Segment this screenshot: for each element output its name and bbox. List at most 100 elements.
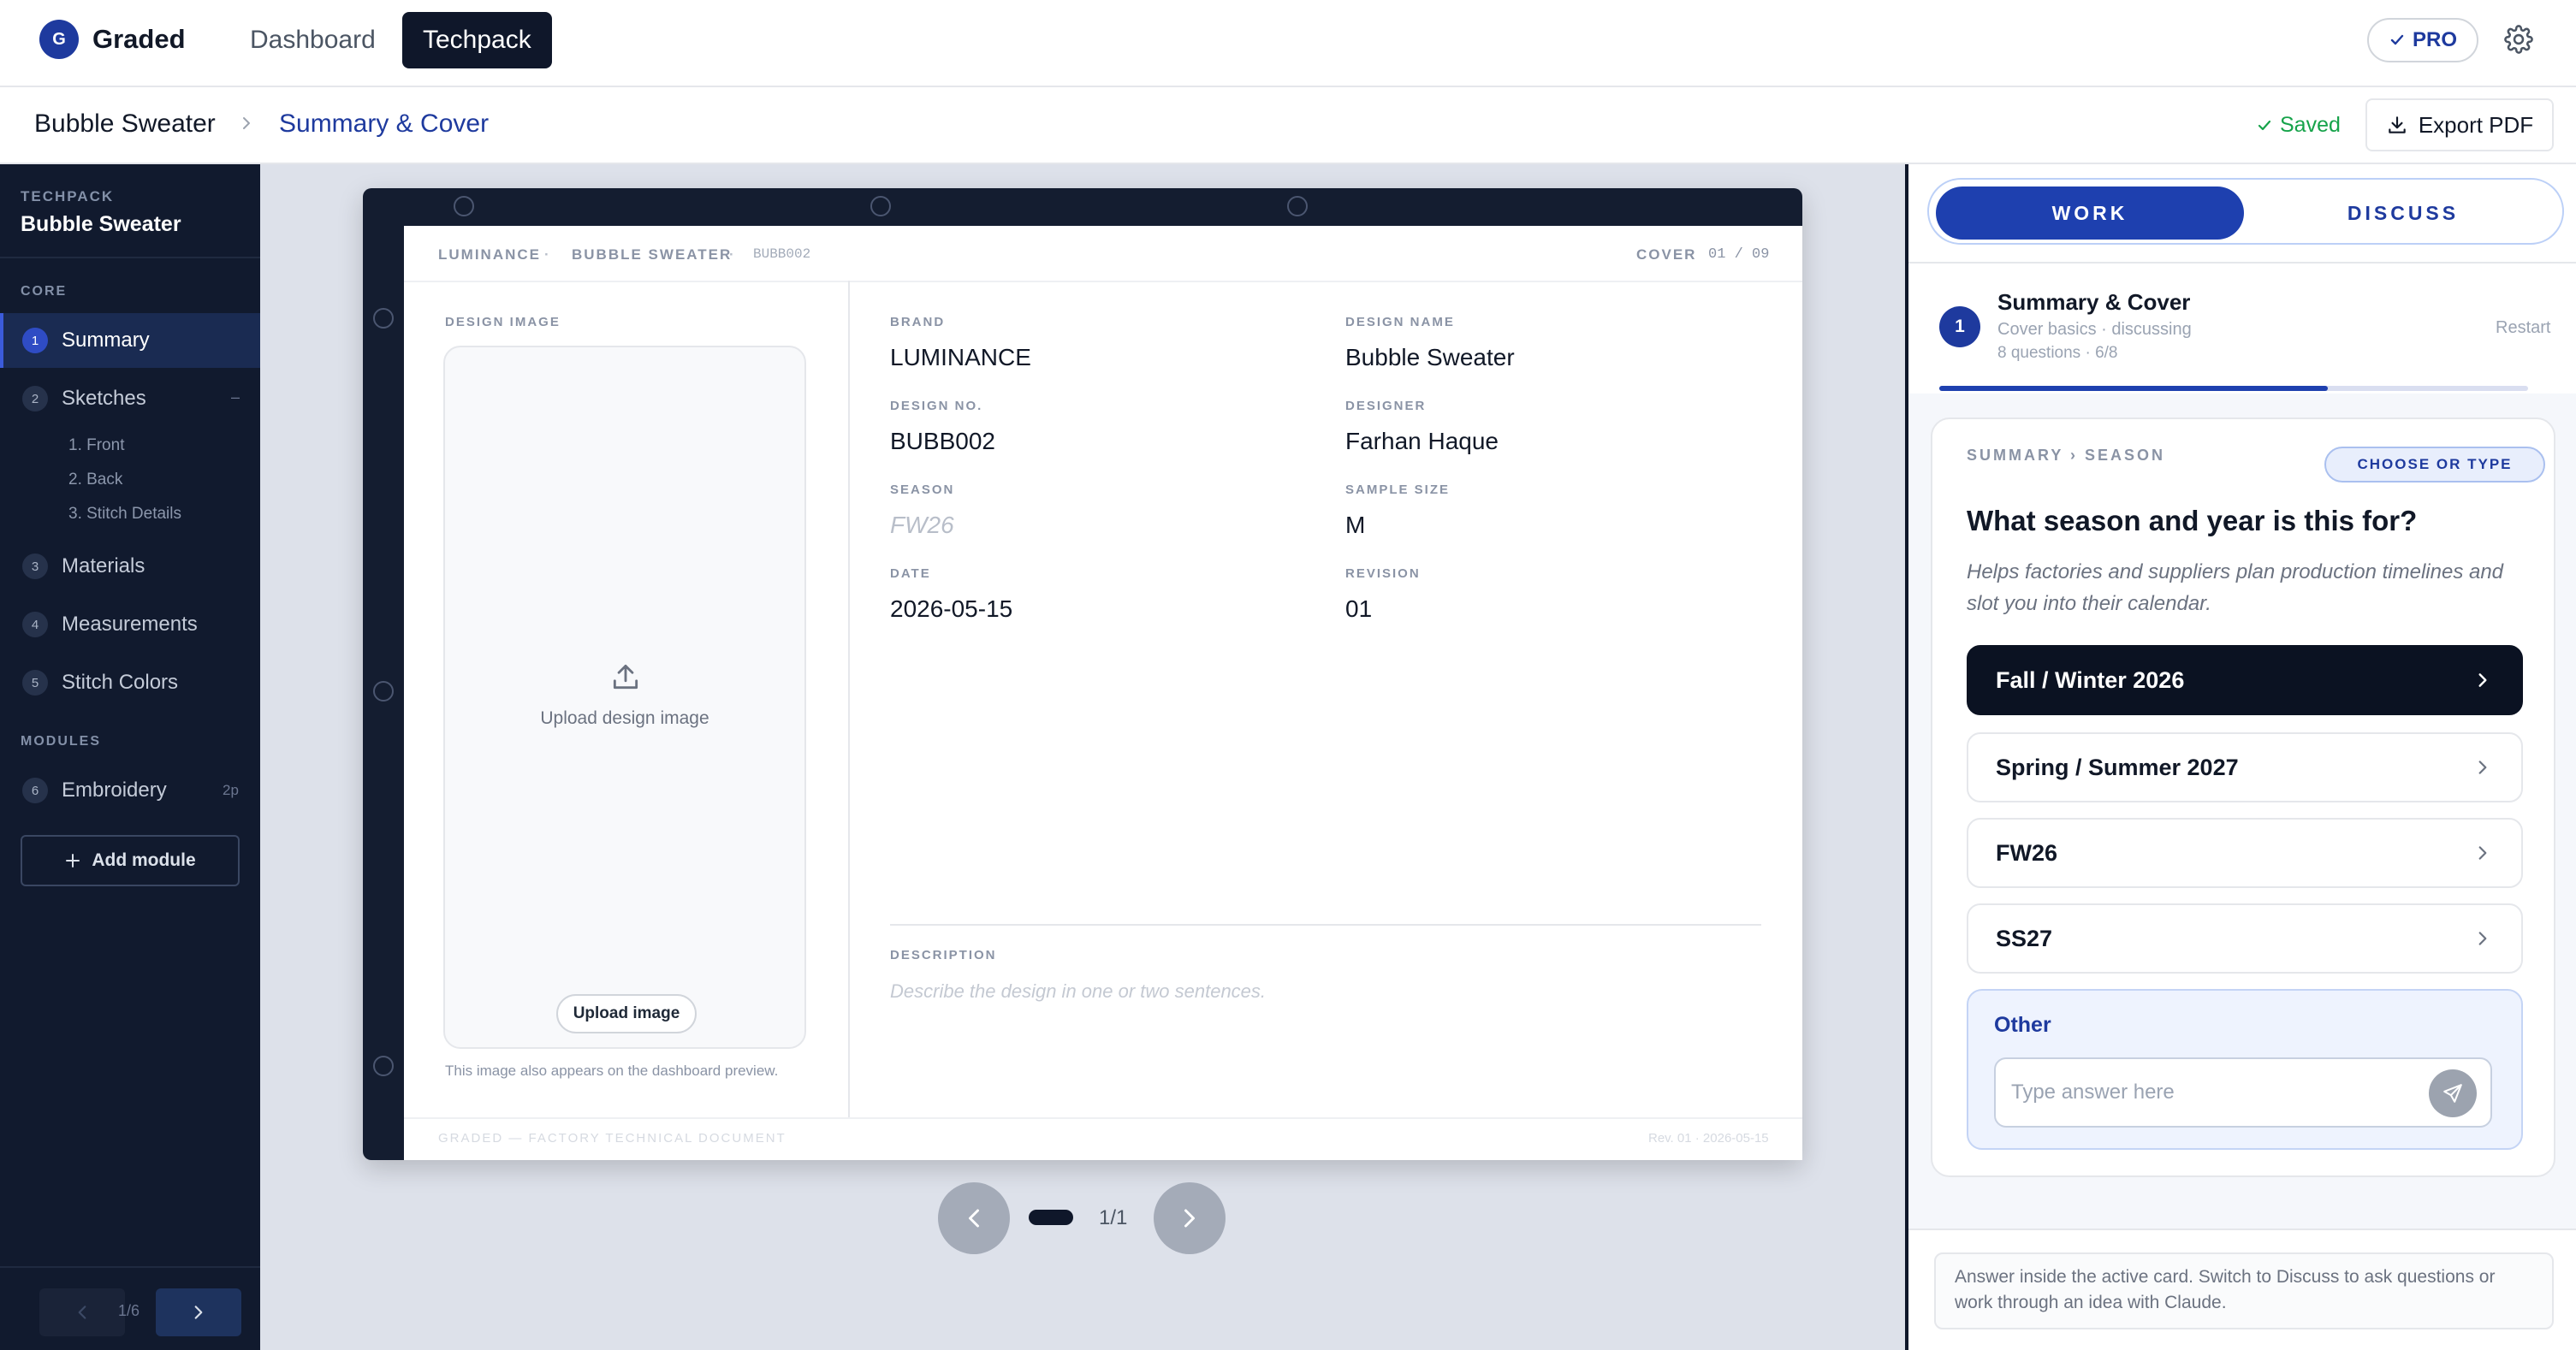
sidebar-subitem-front[interactable]: 1. Front (68, 436, 124, 455)
page-indicator-dot[interactable] (1029, 1210, 1073, 1225)
doc-header-separator: · (544, 246, 551, 263)
sidebar-item-number: 3 (22, 554, 48, 579)
gear-icon[interactable] (2504, 25, 2533, 54)
field-caption-design-no: DESIGN NO. (890, 399, 983, 413)
tab-work[interactable]: WORK (1936, 187, 2244, 240)
field-value-design-no[interactable]: BUBB002 (890, 428, 995, 455)
other-label: Other (1994, 1013, 2051, 1037)
sidebar-subitem-stitch-details[interactable]: 3. Stitch Details (68, 505, 181, 524)
description-field[interactable]: Describe the design in one or two senten… (890, 980, 1266, 1003)
sidebar-prev-button[interactable] (39, 1288, 125, 1336)
field-value-season[interactable]: FW26 (890, 512, 954, 539)
panel-divider (1908, 262, 2576, 263)
chevron-left-icon (969, 1209, 979, 1228)
tab-discuss[interactable]: DISCUSS (2251, 187, 2555, 240)
sidebar-project-name: Bubble Sweater (21, 212, 181, 236)
field-caption-date: DATE (890, 566, 931, 581)
sidebar-item-embroidery[interactable]: 6 Embroidery (0, 763, 260, 818)
upload-design-text: Upload design image (540, 708, 709, 728)
sidebar-item-materials[interactable]: 3 Materials (0, 539, 260, 594)
pro-label: PRO (2412, 28, 2457, 51)
export-pdf-button[interactable]: Export PDF (2365, 98, 2554, 151)
upload-icon (609, 660, 642, 693)
upload-image-button[interactable]: Upload image (556, 994, 697, 1033)
other-answer-input[interactable] (1994, 1057, 2492, 1128)
design-image-caption: DESIGN IMAGE (445, 315, 561, 329)
option-label: Spring / Summer 2027 (1996, 754, 2239, 780)
sidebar-item-label: Measurements (62, 613, 198, 636)
saved-status: Saved (2256, 113, 2341, 138)
nav-techpack[interactable]: Techpack (402, 12, 552, 68)
binder-hole (1287, 196, 1308, 216)
step-meta: 8 questions · 6/8 (1997, 344, 2118, 362)
download-icon (2389, 116, 2406, 133)
sidebar-item-stitch-colors[interactable]: 5 Stitch Colors (0, 655, 260, 710)
field-caption-sample-size: SAMPLE SIZE (1345, 483, 1451, 497)
app-logo[interactable]: G (39, 20, 79, 59)
sidebar-divider (0, 257, 260, 258)
sidebar-item-sketches[interactable]: 2 Sketches (0, 371, 260, 426)
sidebar-item-number: 4 (22, 612, 48, 637)
chevron-right-icon (194, 1306, 203, 1319)
option-spring-summer-2027[interactable]: Spring / Summer 2027 (1967, 732, 2523, 802)
canvas-next-button[interactable] (1154, 1182, 1226, 1254)
sidebar-subitem-back[interactable]: 2. Back (68, 471, 122, 489)
app-name: Graded (92, 24, 186, 54)
saved-label: Saved (2280, 113, 2341, 137)
sidebar-next-button[interactable] (156, 1288, 241, 1336)
sidebar-item-number: 1 (22, 328, 48, 353)
field-caption-designer: DESIGNER (1345, 399, 1427, 413)
sidebar-item-label: Embroidery (62, 779, 167, 802)
field-caption-brand: BRAND (890, 315, 946, 329)
canvas-prev-button[interactable] (938, 1182, 1010, 1254)
binder-hole (454, 196, 474, 216)
canvas-page-count: 1/1 (1099, 1206, 1128, 1229)
description-caption: DESCRIPTION (890, 948, 997, 962)
binder-hole (373, 681, 394, 702)
question-path: SUMMARY › SEASON (1967, 447, 2166, 464)
field-value-date[interactable]: 2026-05-15 (890, 595, 1012, 623)
chevron-left-icon (78, 1306, 86, 1319)
add-module-button[interactable]: Add module (21, 835, 240, 886)
add-module-label: Add module (92, 850, 196, 870)
step-subtitle: Cover basics · discussing (1997, 320, 2192, 339)
field-value-revision[interactable]: 01 (1345, 595, 1372, 623)
option-fall-winter-2026[interactable]: Fall / Winter 2026 (1967, 645, 2523, 715)
nav-dashboard[interactable]: Dashboard (231, 12, 395, 68)
field-caption-revision: REVISION (1345, 566, 1421, 581)
field-caption-season: SEASON (890, 483, 955, 497)
send-icon (2443, 1084, 2462, 1103)
field-value-sample-size[interactable]: M (1345, 512, 1365, 539)
field-value-brand[interactable]: LUMINANCE (890, 344, 1031, 371)
chevron-right-icon (2478, 932, 2487, 945)
option-label: FW26 (1996, 839, 2058, 866)
send-button[interactable] (2429, 1069, 2477, 1117)
field-value-design-name[interactable]: Bubble Sweater (1345, 344, 1515, 371)
breadcrumb-project[interactable]: Bubble Sweater (34, 110, 216, 139)
restart-button[interactable]: Restart (2496, 318, 2550, 338)
binder-hole (373, 1056, 394, 1076)
step-title: Summary & Cover (1997, 289, 2191, 315)
plus-icon (66, 854, 80, 867)
check-icon (2258, 120, 2271, 130)
sidebar-item-measurements[interactable]: 4 Measurements (0, 597, 260, 652)
doc-header-separator: · (729, 246, 736, 263)
design-image-dropzone[interactable] (443, 346, 806, 1049)
check-icon (2390, 34, 2404, 45)
field-value-designer[interactable]: Farhan Haque (1345, 428, 1499, 455)
sidebar-collapse-toggle[interactable]: – (231, 388, 240, 406)
sidebar-core-caption: CORE (21, 284, 68, 299)
pro-badge[interactable]: PRO (2367, 18, 2478, 62)
sidebar-item-label: Materials (62, 554, 145, 577)
chevron-right-icon (2478, 673, 2487, 687)
option-ss27[interactable]: SS27 (1967, 903, 2523, 974)
binder-hole (870, 196, 891, 216)
option-fw26[interactable]: FW26 (1967, 818, 2523, 888)
sidebar-item-summary[interactable]: 1 Summary (0, 313, 260, 368)
description-divider (890, 924, 1761, 926)
option-label: Fall / Winter 2026 (1996, 666, 2185, 693)
progress-fill (1939, 386, 2329, 391)
export-pdf-label: Export PDF (2418, 111, 2534, 138)
sidebar-item-number: 6 (22, 778, 48, 803)
chevron-right-icon (2478, 761, 2487, 774)
